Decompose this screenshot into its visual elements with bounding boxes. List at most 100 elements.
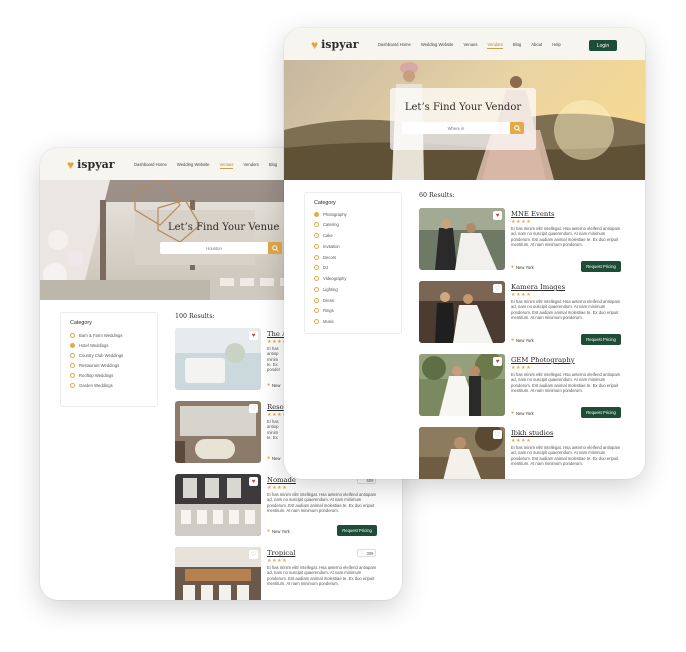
filter-option[interactable]: Cake — [314, 233, 333, 238]
heart-logo-icon: ♥ — [67, 157, 75, 172]
search-icon — [513, 124, 521, 132]
nav-about[interactable]: About — [531, 42, 542, 49]
venue-card-photo[interactable]: ♥ — [175, 328, 261, 390]
nav-vendors[interactable]: Vendors — [243, 162, 258, 169]
vendor-card-desc: Ei has minim elitr intellegat. Hsa aeter… — [511, 445, 621, 466]
nav-dashboard-home[interactable]: Dashboard Home — [134, 162, 167, 169]
nav-wedding-website[interactable]: Wedding Website — [177, 162, 210, 169]
filter-option[interactable]: Garden Weddings — [70, 383, 113, 388]
vendor-card-location: ● New York — [511, 337, 534, 343]
venue-card-name[interactable]: Reso — [267, 403, 284, 411]
venue-card-photo[interactable]: ♡ — [175, 547, 261, 600]
filter-option[interactable]: Restaurant Weddings — [70, 363, 119, 368]
nav-dashboard-home[interactable]: Dashboard Home — [378, 42, 411, 49]
request-pricing-button[interactable]: Request Pricing — [337, 525, 377, 536]
request-pricing-button[interactable]: Request Pricing — [581, 261, 621, 272]
nav-blog[interactable]: Blog — [269, 162, 277, 169]
vendor-card-name[interactable]: Kamera Images — [511, 283, 565, 291]
vendor-card-name[interactable]: Ibkh studios — [511, 429, 553, 437]
venue-hero-title: Let’s Find Your Venue — [168, 222, 280, 233]
nav-wedding-website[interactable]: Wedding Website — [421, 42, 454, 49]
vendor-hero-title: Let’s Find Your Vendor — [404, 102, 522, 113]
vendor-search-input[interactable] — [402, 122, 510, 134]
heart-icon[interactable]: ♡ — [249, 404, 258, 413]
filter-option[interactable]: Lighting — [314, 287, 338, 292]
nav-venues[interactable]: Venues — [219, 162, 234, 169]
venue-search-button[interactable] — [268, 242, 282, 254]
nav-help[interactable]: Help — [552, 42, 561, 49]
heart-icon[interactable]: ♥ — [493, 357, 502, 366]
venue-card-location: ● New — [267, 455, 281, 461]
star-icon: ★★★★ — [511, 438, 532, 444]
hero-overlay-panel — [390, 88, 536, 150]
filter-option[interactable]: Photography — [314, 212, 347, 217]
nav-vendors[interactable]: Vendors — [487, 42, 503, 49]
map-pin-icon: ● — [267, 382, 271, 388]
vendor-search-bar — [402, 122, 524, 134]
likes-badge[interactable]: ♡ 309 — [357, 549, 377, 557]
vendor-navbar: ♥ ispyar Dashboard Home Wedding Website … — [284, 28, 645, 60]
filter-title: Category — [70, 320, 92, 326]
request-pricing-button[interactable]: Request Pricing — [581, 407, 621, 418]
heart-icon[interactable]: ♥ — [493, 211, 502, 220]
brand-logo[interactable]: ♥ ispyar — [311, 38, 359, 51]
vendor-card-photo[interactable]: ♥ — [419, 354, 505, 416]
vendor-card-location: ● New York — [511, 264, 534, 270]
venue-category-filter: Category Barn & Farm Weddings Hotel Wedd… — [60, 312, 158, 407]
filter-option[interactable]: Dress — [314, 298, 334, 303]
heart-icon[interactable]: ♥ — [249, 477, 258, 486]
vendor-hero-image: Let’s Find Your Vendor — [284, 60, 645, 180]
request-pricing-button[interactable]: Request Pricing — [581, 334, 621, 345]
star-icon: ★★★★ — [511, 292, 532, 298]
filter-option[interactable]: Music — [314, 319, 334, 324]
vendor-card-desc: Ei has minim elitr intellegat. Hsa aeter… — [511, 372, 621, 393]
venue-card-photo[interactable]: ♥ — [175, 474, 261, 536]
vendor-card-photo[interactable]: ♥ — [419, 208, 505, 270]
vendor-search-button[interactable] — [510, 122, 524, 134]
filter-option[interactable]: Rings — [314, 308, 334, 313]
vendor-card-desc: Ei has minim elitr intellegat. Hsa aeter… — [511, 226, 621, 247]
map-pin-icon: ● — [511, 264, 515, 270]
vendor-card-photo[interactable]: ♡ — [419, 427, 505, 479]
venue-card-name[interactable]: Tropical — [267, 549, 295, 557]
filter-option[interactable]: DJ — [314, 265, 328, 270]
vendor-page-screen: ♥ ispyar Dashboard Home Wedding Website … — [284, 28, 645, 479]
vendor-category-filter: Category Photography Catering Cake Invit… — [304, 192, 402, 334]
brand-name: ispyar — [77, 158, 115, 171]
venue-search-input[interactable] — [160, 242, 268, 254]
filter-option[interactable]: Rooftop Weddings — [70, 373, 113, 378]
search-icon — [271, 244, 279, 252]
filter-option[interactable]: Catering — [314, 222, 339, 227]
filter-option[interactable]: Hotel Weddings — [70, 343, 108, 348]
vendor-card-location: ● New York — [511, 410, 534, 416]
heart-icon[interactable]: ♥ — [249, 331, 258, 340]
heart-icon[interactable]: ♡ — [249, 550, 258, 559]
venue-card-desc: Ei has minim elitr intellegat. Hsa aeter… — [267, 565, 377, 586]
nav-venues[interactable]: Venues — [464, 42, 478, 49]
venue-card-photo[interactable]: ♡ — [175, 401, 261, 463]
venue-card-name[interactable]: Nomade — [267, 476, 296, 484]
map-pin-icon: ● — [267, 528, 271, 534]
map-pin-icon: ● — [511, 410, 515, 416]
filter-option[interactable]: Decors — [314, 255, 336, 260]
venue-search-bar — [160, 242, 282, 254]
nav-blog[interactable]: Blog — [513, 42, 521, 49]
vendor-card-photo[interactable]: ♡ — [419, 281, 505, 343]
login-button[interactable]: Login — [589, 40, 617, 51]
star-icon: ★★★★ — [511, 219, 532, 225]
vendor-card-name[interactable]: GEM Photography — [511, 356, 575, 364]
map-pin-icon: ● — [267, 455, 271, 461]
brand-logo[interactable]: ♥ ispyar — [67, 158, 115, 171]
vendor-results-count: 60 Results: — [419, 192, 455, 199]
venue-card-location: ● New — [267, 382, 281, 388]
filter-option[interactable]: Invitation — [314, 244, 340, 249]
heart-icon[interactable]: ♡ — [493, 430, 502, 439]
heart-icon[interactable]: ♡ — [493, 284, 502, 293]
filter-option[interactable]: Barn & Farm Weddings — [70, 333, 122, 338]
filter-option[interactable]: Videography — [314, 276, 346, 281]
filter-title: Category — [314, 200, 336, 206]
venue-results-count: 100 Results: — [175, 313, 215, 320]
vendor-card-desc: Ei has minim elitr intellegat. Hsa aeter… — [511, 299, 621, 320]
filter-option[interactable]: Country Club Weddings — [70, 353, 123, 358]
vendor-card-name[interactable]: MNE Events — [511, 210, 554, 218]
